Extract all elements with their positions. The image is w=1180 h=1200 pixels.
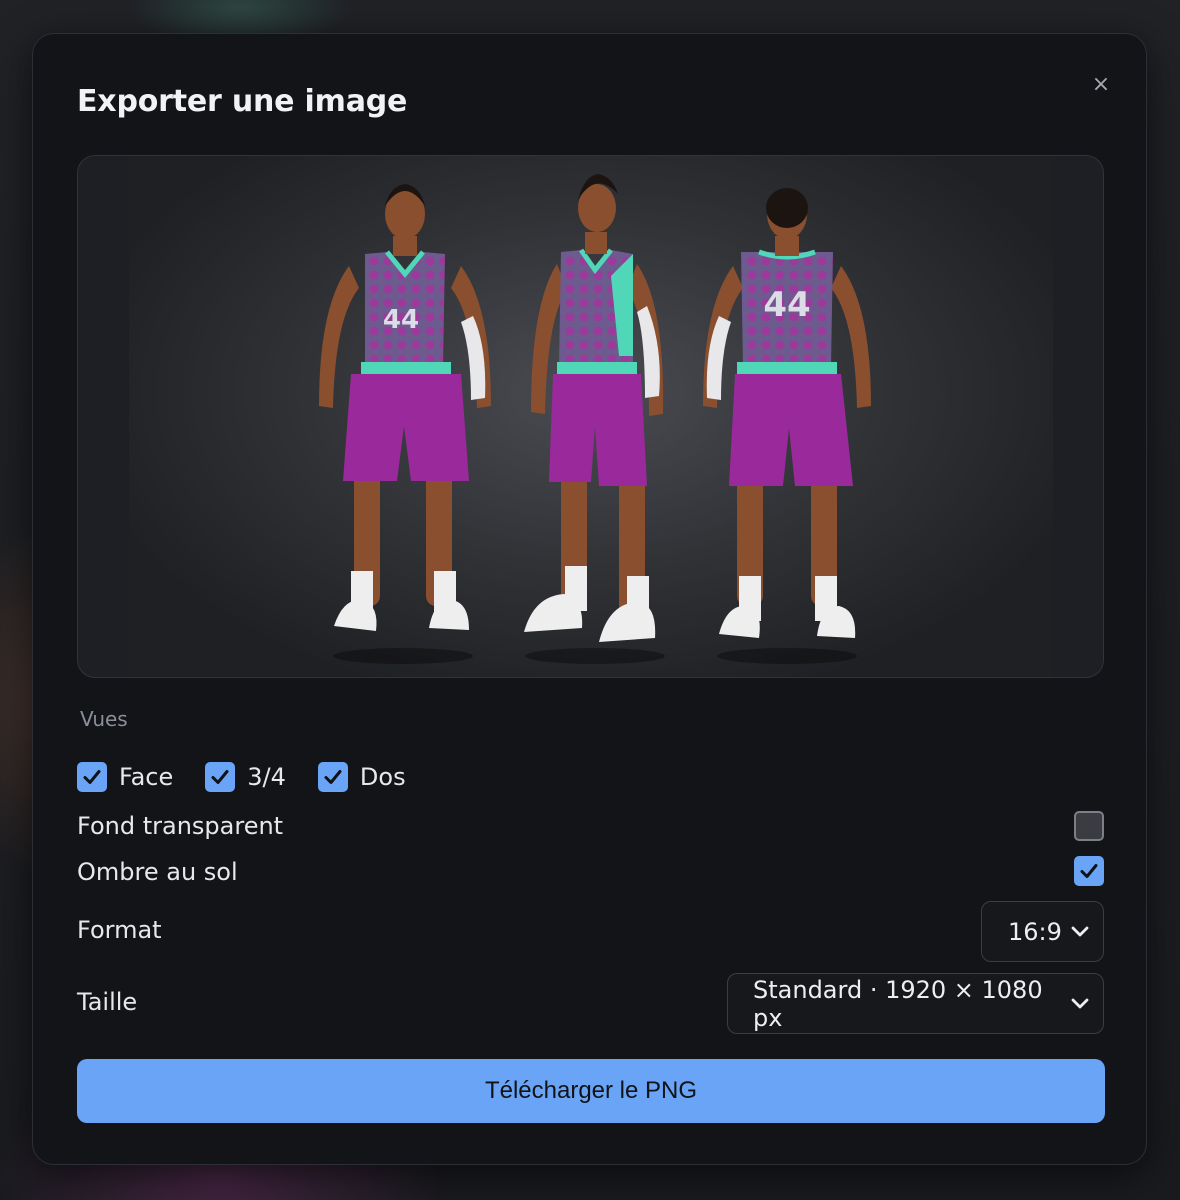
face-label: Face — [119, 763, 174, 791]
player-back-view: 44 — [703, 188, 871, 664]
jersey-number-back: 44 — [763, 285, 810, 325]
chevron-down-icon — [1069, 926, 1091, 938]
view-option-back[interactable]: Dos — [317, 762, 406, 792]
dialog-title: Exporter une image — [77, 84, 408, 119]
check-icon — [324, 770, 342, 784]
check-icon — [83, 770, 101, 784]
player-front-view: 44 — [319, 184, 491, 664]
export-image-dialog: Exporter une image × 44 44 Vues Face 3/4… — [32, 33, 1147, 1165]
view-option-face[interactable]: Face — [77, 762, 173, 792]
three-quarter-checkbox[interactable] — [205, 762, 236, 792]
check-icon — [1080, 864, 1098, 878]
preview-image: 44 44 — [77, 155, 1104, 678]
chevron-down-icon — [1069, 998, 1091, 1010]
view-option-three-quarter[interactable]: 3/4 — [205, 762, 286, 792]
transparent-background-label: Fond transparent — [77, 812, 284, 840]
back-checkbox[interactable] — [317, 762, 348, 792]
format-label: Format — [77, 916, 162, 944]
close-icon[interactable]: × — [1087, 70, 1115, 98]
player-three-quarter-view — [524, 174, 665, 664]
ground-shadow-checkbox[interactable] — [1074, 856, 1104, 886]
views-options: Face 3/4 Dos — [77, 762, 438, 792]
format-select[interactable]: 16:9 — [981, 901, 1104, 962]
transparent-background-checkbox[interactable] — [1074, 811, 1104, 841]
face-checkbox[interactable] — [77, 762, 107, 792]
views-section-label: Vues — [80, 707, 128, 731]
back-label: Dos — [359, 763, 406, 791]
players-illustration: 44 44 — [319, 174, 871, 664]
ground-shadow-label: Ombre au sol — [77, 858, 238, 886]
preview-stage: 44 44 — [129, 156, 1053, 677]
three-quarter-label: 3/4 — [247, 763, 286, 791]
size-label: Taille — [77, 988, 138, 1016]
size-value: Standard · 1920 × 1080 px — [753, 975, 1043, 1032]
format-value: 16:9 — [1008, 917, 1062, 946]
size-select[interactable]: Standard · 1920 × 1080 px — [727, 973, 1104, 1034]
jersey-number-front: 44 — [383, 305, 419, 335]
download-png-button[interactable]: Télécharger le PNG — [77, 1059, 1105, 1123]
check-icon — [211, 770, 229, 784]
